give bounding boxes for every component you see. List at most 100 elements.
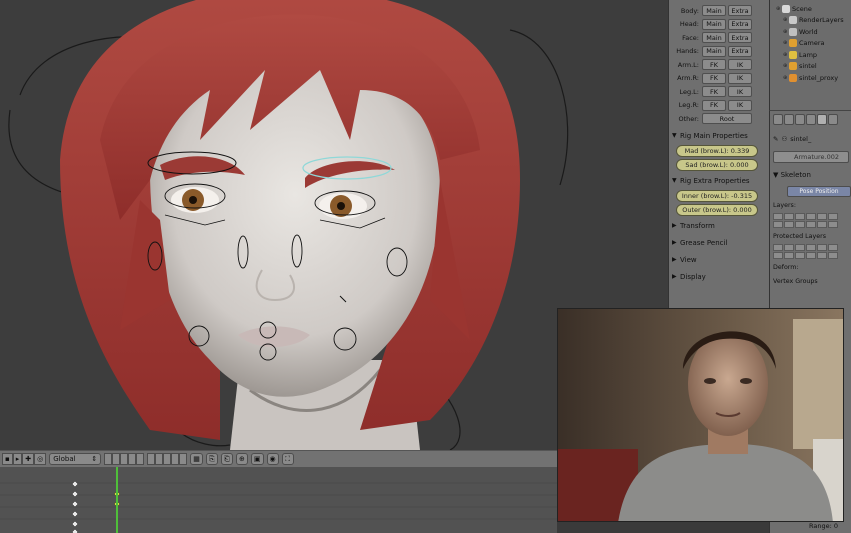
bone-layer-toggle-button[interactable]: Extra: [728, 32, 752, 44]
rotate-manipulator-icon[interactable]: ◎: [34, 453, 47, 465]
dopesheet-keyframes: [0, 467, 557, 533]
bone-layer-toggle-button[interactable]: IK: [728, 59, 752, 71]
layer-button[interactable]: [179, 453, 188, 465]
webcam-overlay: [557, 308, 844, 522]
bone-layer-toggle-button[interactable]: FK: [702, 99, 726, 111]
properties-tabs: [773, 114, 849, 126]
object-tab-icon[interactable]: [806, 114, 816, 125]
armature-tab-icon[interactable]: [817, 114, 827, 125]
outliner-item[interactable]: ⊕ Camera: [773, 38, 849, 50]
breadcrumb-object: sintel_: [790, 135, 812, 143]
panel-view[interactable]: ▶ View: [672, 253, 766, 267]
bone-layer-toggle-button[interactable]: Extra: [728, 45, 752, 57]
bone-layer-toggle-button[interactable]: FK: [702, 86, 726, 98]
bone-layer-toggle-button[interactable]: Main: [702, 45, 726, 57]
protected-layers-label: Protected Layers: [773, 233, 826, 240]
snap-icon[interactable]: ⊕: [235, 453, 248, 465]
bone-layer-toggle-button[interactable]: IK: [728, 86, 752, 98]
rig-extra-properties-header[interactable]: ▼ Rig Extra Properties: [672, 174, 766, 188]
bone-layer-toggle-button[interactable]: Extra: [728, 5, 752, 17]
proportional-edit-icon[interactable]: ◉: [266, 453, 279, 465]
panel-transform[interactable]: ▶ Transform: [672, 219, 766, 233]
layers-label: Layers:: [773, 202, 796, 209]
bone-layer-row: Head: Main Extra: [672, 18, 766, 32]
panel-grease-pencil[interactable]: ▶ Grease Pencil: [672, 236, 766, 250]
transform-orientation-select[interactable]: Global ⇕: [49, 453, 102, 465]
layer-button[interactable]: [104, 453, 113, 465]
outliner-item-label: sintel: [799, 62, 817, 71]
world-tab-icon[interactable]: [795, 114, 805, 125]
expand-triangle-icon: ▼: [672, 132, 677, 139]
panel-display-label: Display: [680, 272, 706, 281]
select-arrows-icon: ⇕: [91, 455, 98, 463]
rig-extra-title: Rig Extra Properties: [680, 176, 750, 185]
outer-brow-slider[interactable]: Outer (brow.L): 0.000: [676, 203, 758, 216]
bone-layer-toggle-button[interactable]: Root: [702, 113, 752, 125]
pose-copy-icon[interactable]: ⎘: [205, 453, 218, 465]
bone-layer-label: Face:: [682, 33, 699, 42]
panel-display[interactable]: ▶ Display: [672, 270, 766, 284]
render-tab-icon[interactable]: [773, 114, 783, 125]
timeline-dopesheet[interactable]: [0, 467, 557, 533]
camera-render-icon[interactable]: ⛶: [281, 453, 294, 465]
outliner-item[interactable]: ⊕ Scene: [773, 3, 849, 15]
pin-icon[interactable]: ✎: [773, 135, 778, 143]
render-icon[interactable]: ▣: [250, 453, 264, 465]
outliner-item[interactable]: ⊕ sintel: [773, 61, 849, 73]
webcam-video: [558, 309, 843, 521]
mad-brow-slider[interactable]: Mad (brow.L): 0.339: [676, 144, 758, 157]
layer-button[interactable]: [112, 453, 121, 465]
skeleton-panel-header[interactable]: ▼ Skeleton: [773, 169, 849, 181]
outliner: ⊕ Scene ⊕ RenderLayers ⊕ World ⊕ Camera ⊕ Lamp ⊕ si…: [769, 0, 851, 110]
layer-button[interactable]: [136, 453, 145, 465]
scene-tab-icon[interactable]: [784, 114, 794, 125]
bone-layer-row: Leg.L: FK IK: [672, 85, 766, 99]
object-type-icon: [789, 50, 797, 59]
sad-brow-slider[interactable]: Sad (brow.L): 0.000: [676, 158, 758, 171]
bone-layer-toggle-button[interactable]: Main: [702, 5, 726, 17]
pose-position-button[interactable]: Pose Position: [787, 186, 851, 197]
vertex-groups-checkbox[interactable]: Vertex Groups: [773, 278, 849, 287]
collapsed-triangle-icon: ▶: [672, 222, 677, 229]
bone-layer-label: Arm.R:: [677, 74, 699, 83]
outliner-item[interactable]: ⊕ sintel_proxy: [773, 72, 849, 84]
bone-tab-icon[interactable]: [828, 114, 838, 125]
outliner-item-label: Lamp: [799, 50, 818, 59]
bone-layer-row: Arm.R: FK IK: [672, 72, 766, 86]
armature-name-field[interactable]: Armature.002: [773, 151, 849, 163]
pivot-button[interactable]: ▪: [2, 453, 13, 465]
layer-button[interactable]: [128, 453, 137, 465]
layers-grid[interactable]: [773, 213, 849, 228]
protected-layers-grid[interactable]: [773, 244, 849, 259]
rig-main-properties-header[interactable]: ▼ Rig Main Properties: [672, 129, 766, 143]
bone-layer-toggle-button[interactable]: Main: [702, 18, 726, 30]
bone-layer-toggle-button[interactable]: FK: [702, 72, 726, 84]
bone-layer-toggle-button[interactable]: IK: [728, 72, 752, 84]
pose-paste-icon[interactable]: ⎗: [220, 453, 233, 465]
outliner-item[interactable]: ⊕ World: [773, 26, 849, 38]
layer-buttons-a: [104, 453, 145, 465]
layer-button[interactable]: [171, 453, 180, 465]
layer-button[interactable]: [147, 453, 156, 465]
bone-layer-toggle-button[interactable]: FK: [702, 59, 726, 71]
breadcrumb: ✎ ⚇ sintel_: [773, 132, 849, 146]
object-type-icon: [789, 73, 797, 82]
transform-orientation-value: Global: [53, 455, 76, 463]
pivot-buttons: ▪ ▸ ✚ ◎: [2, 453, 47, 465]
layer-buttons-b: [147, 453, 188, 465]
layer-button[interactable]: [163, 453, 172, 465]
rig-main-title: Rig Main Properties: [680, 131, 748, 140]
outliner-item[interactable]: ⊕ RenderLayers: [773, 15, 849, 27]
inner-brow-slider[interactable]: Inner (brow.L): -0.315: [676, 189, 758, 202]
bone-layer-toggle-button[interactable]: Main: [702, 32, 726, 44]
bone-layer-toggle-button[interactable]: IK: [728, 99, 752, 111]
translate-manipulator-icon[interactable]: ✚: [22, 453, 35, 465]
outliner-item[interactable]: ⊕ Lamp: [773, 49, 849, 61]
lock-layers-icon[interactable]: ▦: [190, 453, 203, 465]
layer-button[interactable]: [120, 453, 129, 465]
outliner-item-label: sintel_proxy: [799, 73, 839, 82]
outliner-item-label: RenderLayers: [799, 16, 844, 25]
manipulator-toggle[interactable]: ▸: [12, 453, 23, 465]
layer-button[interactable]: [155, 453, 164, 465]
bone-layer-toggle-button[interactable]: Extra: [728, 18, 752, 30]
